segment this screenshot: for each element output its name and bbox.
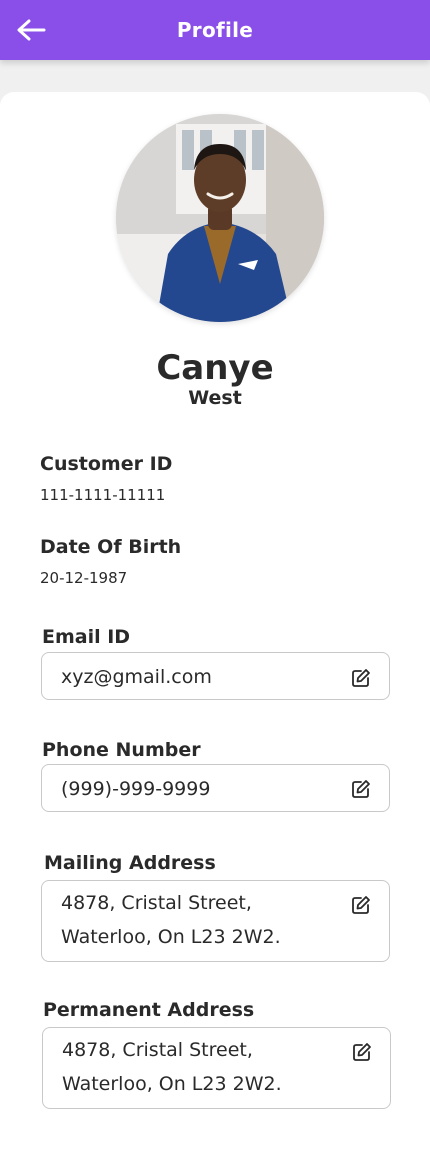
date-of-birth-value: 20-12-1987 bbox=[40, 569, 128, 587]
back-button[interactable] bbox=[14, 14, 48, 46]
mailing-address-line1: 4878, Cristal Street, bbox=[61, 892, 252, 914]
phone-value: (999)-999-9999 bbox=[61, 778, 211, 800]
email-label: Email ID bbox=[42, 626, 131, 648]
profile-last-name: West bbox=[188, 387, 242, 409]
phone-field[interactable]: (999)-999-9999 bbox=[41, 764, 390, 812]
pencil-square-icon bbox=[352, 780, 370, 798]
permanent-address-line2: Waterloo, On L23 2W2. bbox=[62, 1073, 282, 1095]
phone-edit-button[interactable] bbox=[350, 778, 372, 800]
avatar bbox=[116, 114, 324, 322]
pencil-square-icon bbox=[352, 896, 370, 914]
permanent-address-label: Permanent Address bbox=[43, 999, 255, 1021]
app-bar: Profile bbox=[0, 0, 430, 60]
arrow-left-icon bbox=[17, 19, 46, 41]
page-title: Profile bbox=[176, 18, 254, 42]
phone-label: Phone Number bbox=[42, 739, 201, 761]
permanent-address-field[interactable]: 4878, Cristal Street, Waterloo, On L23 2… bbox=[42, 1027, 391, 1109]
profile-card: Canye West Customer ID 111-1111-11111 Da… bbox=[0, 92, 430, 1160]
mailing-address-field[interactable]: 4878, Cristal Street, Waterloo, On L23 2… bbox=[41, 880, 390, 962]
pencil-square-icon bbox=[352, 669, 370, 687]
date-of-birth-label: Date Of Birth bbox=[40, 536, 182, 558]
customer-id-label: Customer ID bbox=[40, 453, 173, 475]
profile-first-name: Canye bbox=[156, 348, 274, 388]
permanent-address-edit-button[interactable] bbox=[351, 1041, 373, 1063]
customer-id-value: 111-1111-11111 bbox=[40, 486, 166, 504]
email-value: xyz@gmail.com bbox=[61, 666, 212, 688]
email-field[interactable]: xyz@gmail.com bbox=[41, 652, 390, 700]
mailing-address-line2: Waterloo, On L23 2W2. bbox=[61, 926, 281, 948]
email-edit-button[interactable] bbox=[350, 667, 372, 689]
mailing-address-edit-button[interactable] bbox=[350, 894, 372, 916]
pencil-square-icon bbox=[353, 1043, 371, 1061]
mailing-address-label: Mailing Address bbox=[44, 852, 216, 874]
permanent-address-line1: 4878, Cristal Street, bbox=[62, 1039, 253, 1061]
